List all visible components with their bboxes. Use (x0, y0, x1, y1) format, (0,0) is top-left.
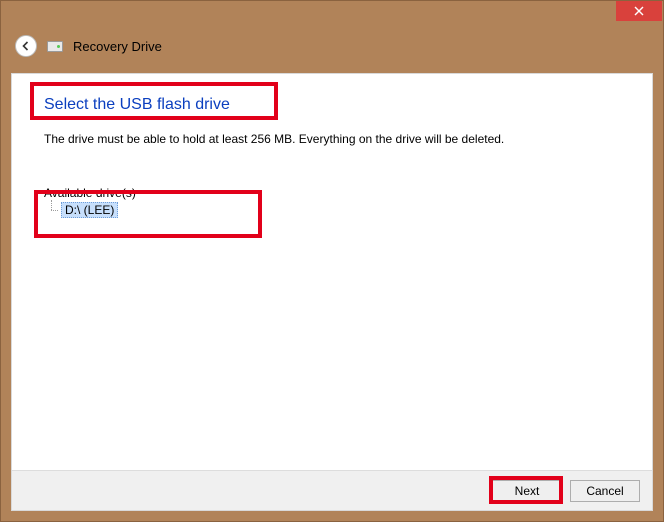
recovery-drive-window: Recovery Drive Select the USB flash driv… (0, 0, 664, 522)
page-title: Select the USB flash drive (44, 96, 624, 114)
next-button[interactable]: Next (492, 480, 562, 502)
close-button[interactable] (616, 1, 662, 21)
close-icon (634, 6, 644, 16)
drive-list: D:\ (LEE) (44, 202, 254, 218)
drive-icon (47, 41, 63, 52)
arrow-left-icon (20, 40, 32, 52)
available-drives-label: Available drive(s) (44, 186, 254, 200)
available-drives-section: Available drive(s) D:\ (LEE) (44, 186, 254, 218)
wizard-header: Recovery Drive (1, 27, 663, 71)
titlebar (1, 1, 663, 27)
cancel-button[interactable]: Cancel (570, 480, 640, 502)
back-button[interactable] (15, 35, 37, 57)
content-panel: Select the USB flash drive The drive mus… (11, 73, 653, 511)
drive-item[interactable]: D:\ (LEE) (61, 202, 118, 218)
page-description: The drive must be able to hold at least … (44, 132, 624, 146)
header-title: Recovery Drive (73, 39, 162, 54)
wizard-footer: Next Cancel (12, 470, 652, 510)
tree-connector-icon (48, 204, 58, 216)
